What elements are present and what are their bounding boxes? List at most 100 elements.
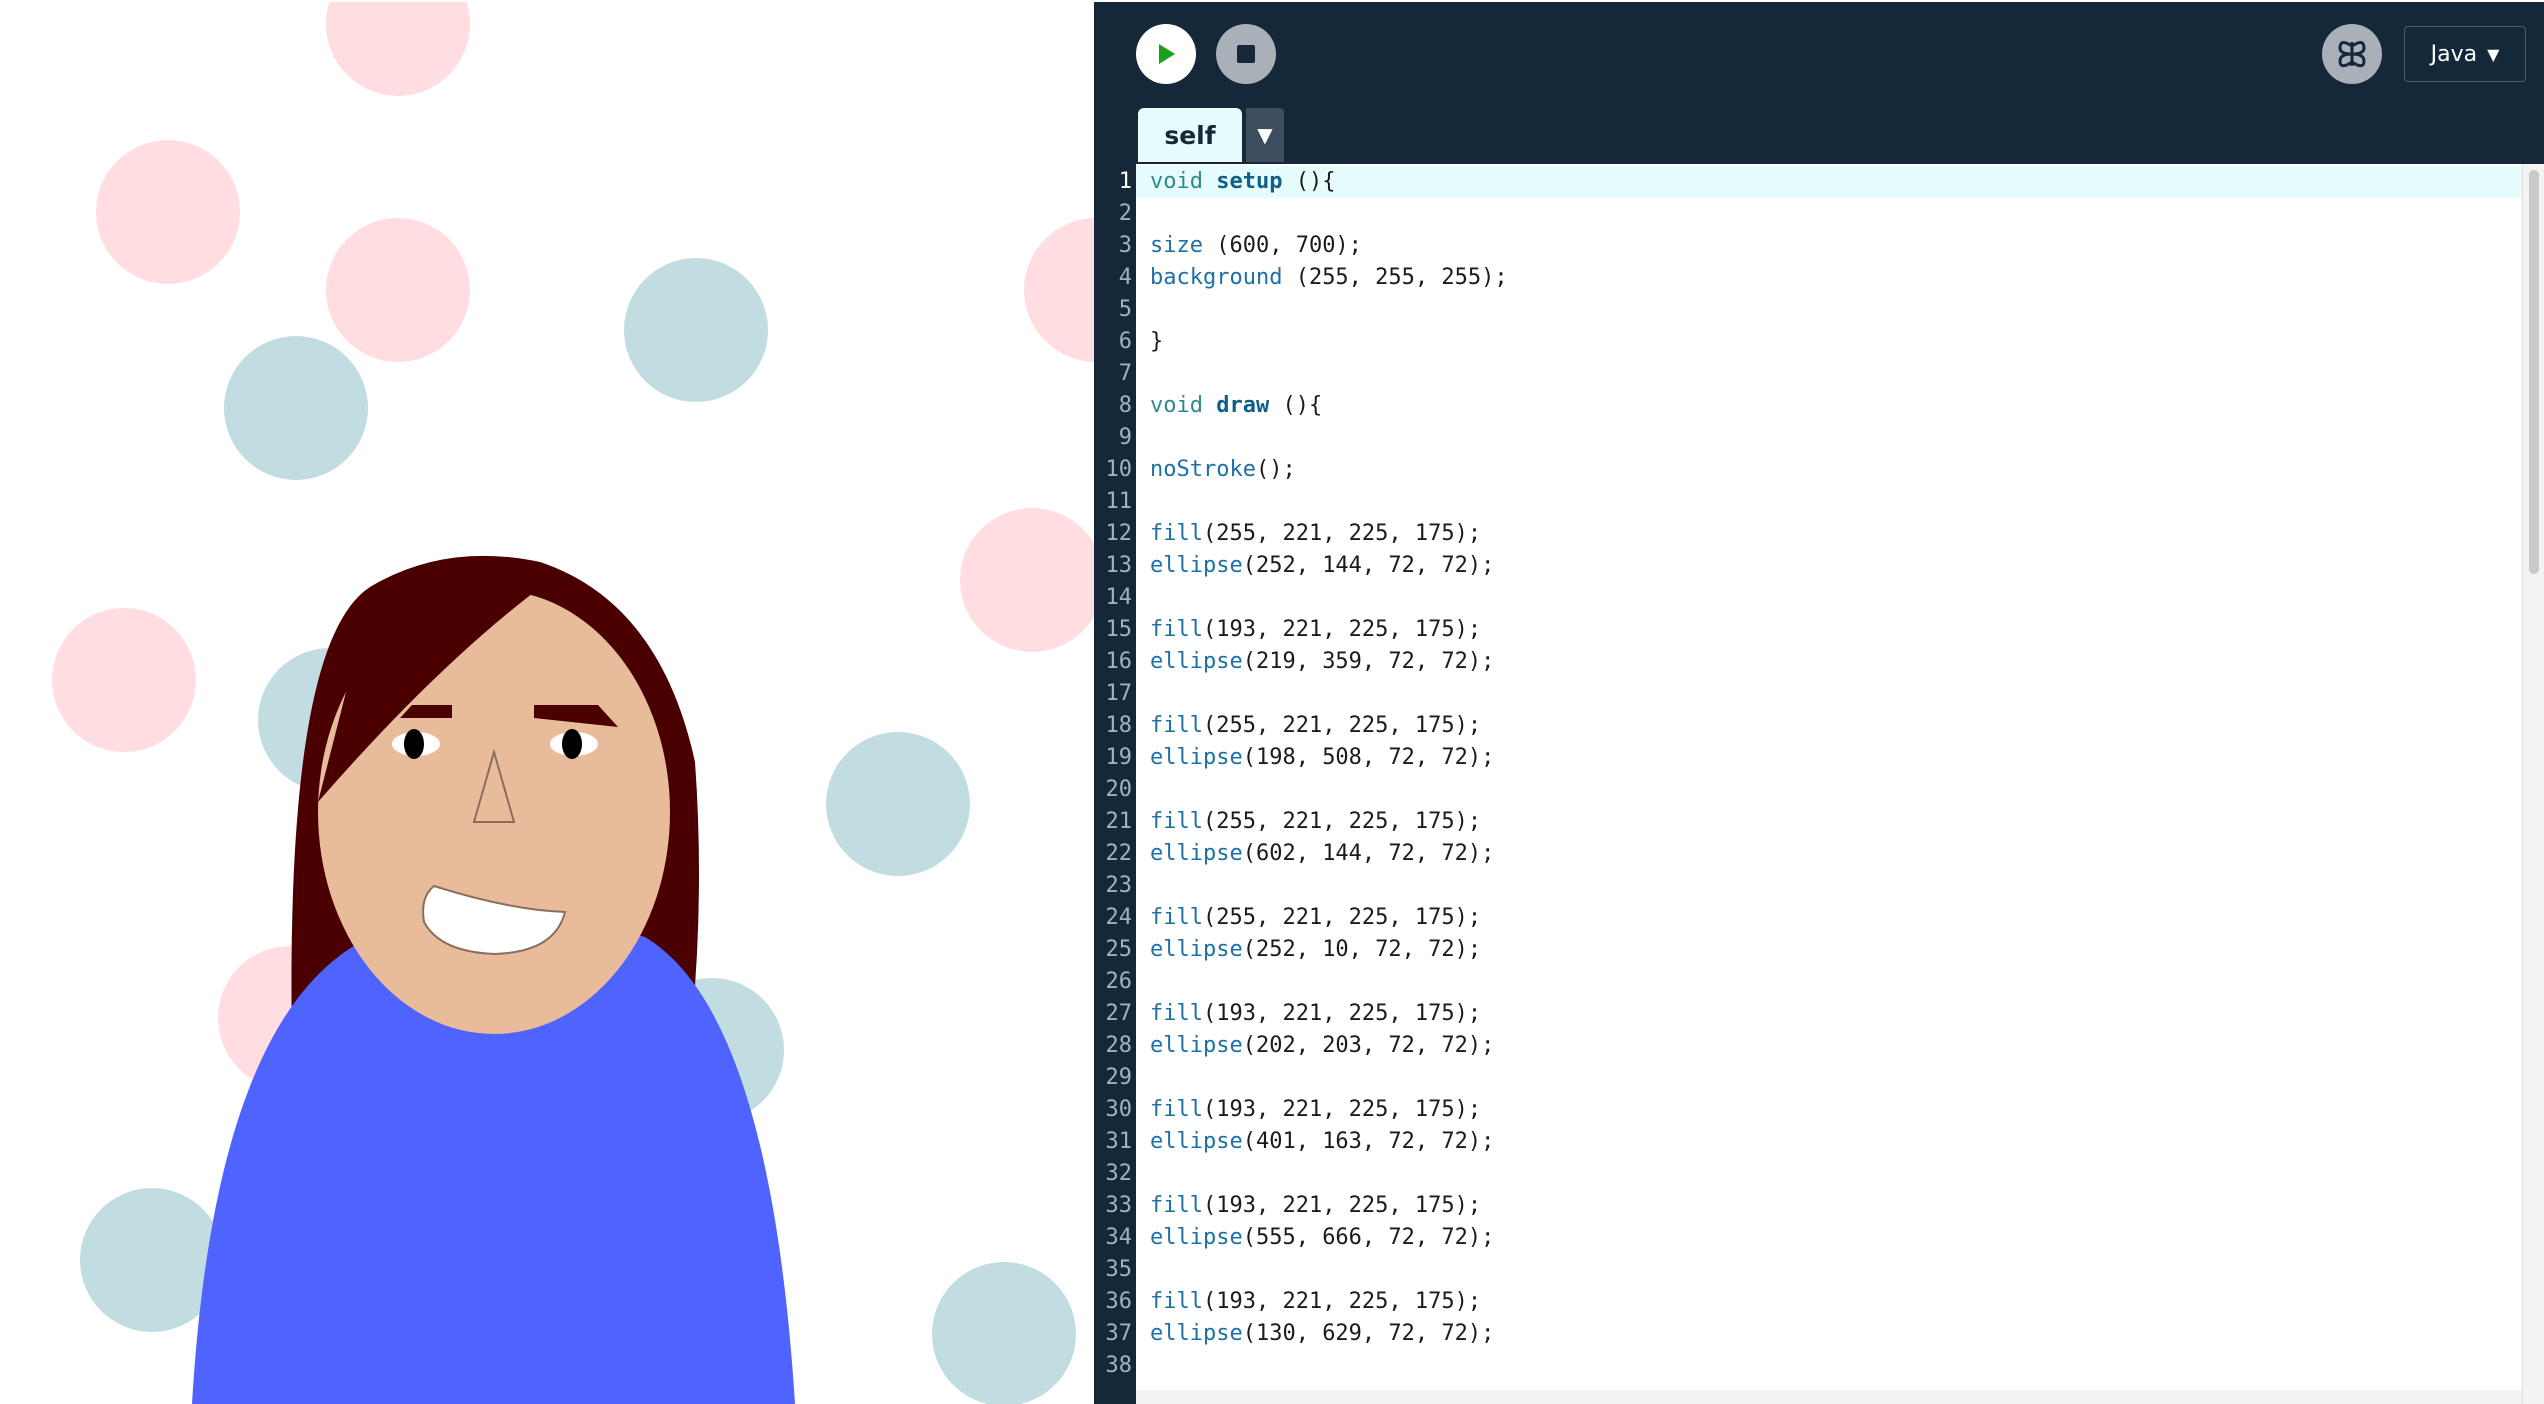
teal-circle (826, 732, 970, 876)
code-token: (219, 359, 72, 72); (1242, 649, 1495, 674)
code-line[interactable]: 13 ellipse(252, 144, 72, 72); (1094, 550, 1495, 582)
code-text: ellipse(130, 629, 72, 72); (1150, 1318, 1494, 1350)
code-text: fill(193, 221, 225, 175); (1150, 1094, 1481, 1126)
active-line-highlight (1136, 166, 2536, 198)
code-line[interactable]: 36 fill(193, 221, 225, 175); (1094, 1286, 1482, 1318)
code-line[interactable]: 38 (1094, 1350, 1136, 1382)
code-token: (193, 221, 225, 175); (1202, 1097, 1482, 1122)
code-line[interactable]: 32 (1094, 1158, 1136, 1190)
code-line[interactable]: 10 noStroke(); (1094, 454, 1296, 486)
code-line[interactable]: 8 void draw (){ (1094, 390, 1322, 422)
line-number: 9 (1118, 425, 1132, 450)
code-token: noStroke (1150, 457, 1256, 482)
code-line[interactable]: 17 (1094, 678, 1136, 710)
code-token: (); (1255, 457, 1296, 482)
code-token: fill (1150, 905, 1203, 930)
code-token: (){ (1282, 169, 1336, 194)
line-number: 34 (1105, 1225, 1133, 1250)
editor-pane: Java ▼ self ▼ 1 void setup (){2 3 size (600… (1094, 2, 2544, 1404)
code-line[interactable]: 16 ellipse(219, 359, 72, 72); (1094, 646, 1495, 678)
right-eye-pupil (562, 729, 582, 759)
code-line[interactable]: 26 (1094, 966, 1136, 998)
line-number: 1 (1118, 169, 1132, 194)
code-token: (252, 10, 72, 72); (1242, 937, 1482, 962)
code-text: background (255, 255, 255); (1150, 262, 1508, 294)
code-token: void (1150, 393, 1203, 418)
code-text: ellipse(202, 203, 72, 72); (1150, 1030, 1494, 1062)
code-token: (193, 221, 225, 175); (1202, 617, 1482, 642)
code-line[interactable]: 11 (1094, 486, 1136, 518)
line-number: 15 (1105, 617, 1133, 642)
code-line[interactable]: 12 fill(255, 221, 225, 175); (1094, 518, 1482, 550)
vertical-scrollbar[interactable] (2522, 164, 2544, 1404)
code-line[interactable]: 34 ellipse(555, 666, 72, 72); (1094, 1222, 1495, 1254)
code-line[interactable]: 31 ellipse(401, 163, 72, 72); (1094, 1126, 1495, 1158)
code-line[interactable]: 3 size (600, 700); (1094, 230, 1362, 262)
line-number: 26 (1105, 969, 1133, 994)
code-line[interactable]: 2 (1094, 198, 1136, 230)
code-line[interactable]: 33 fill(193, 221, 225, 175); (1094, 1190, 1482, 1222)
horizontal-scrollbar[interactable] (1136, 1390, 2522, 1404)
code-token: (193, 221, 225, 175); (1202, 1193, 1482, 1218)
code-line[interactable]: 14 (1094, 582, 1136, 614)
code-token: ellipse (1150, 1225, 1243, 1250)
sketch-canvas (0, 2, 1094, 1404)
code-token: (255, 221, 225, 175); (1202, 521, 1482, 546)
code-line[interactable]: 22 ellipse(602, 144, 72, 72); (1094, 838, 1495, 870)
code-token: ellipse (1150, 745, 1243, 770)
code-text: size (600, 700); (1150, 230, 1362, 262)
code-text: fill(255, 221, 225, 175); (1150, 710, 1481, 742)
code-line[interactable]: 20 (1094, 774, 1136, 806)
line-number: 28 (1105, 1033, 1133, 1058)
mode-button[interactable] (2322, 24, 2382, 84)
code-line[interactable]: 1 void setup (){ (1094, 166, 1336, 198)
run-button[interactable] (1136, 24, 1196, 84)
code-line[interactable]: 6} (1094, 326, 1164, 358)
pink-circle (326, 2, 470, 96)
code-token: fill (1150, 809, 1203, 834)
code-line[interactable]: 7 (1094, 358, 1136, 390)
code-line[interactable]: 18 fill(255, 221, 225, 175); (1094, 710, 1482, 742)
code-line[interactable]: 24 fill(255, 221, 225, 175); (1094, 902, 1482, 934)
teal-circle (932, 1262, 1076, 1404)
line-number: 22 (1105, 841, 1133, 866)
line-number: 23 (1105, 873, 1133, 898)
code-token: fill (1150, 1097, 1203, 1122)
code-line[interactable]: 19 ellipse(198, 508, 72, 72); (1094, 742, 1495, 774)
code-text: ellipse(252, 10, 72, 72); (1150, 934, 1481, 966)
sketch-drawing (52, 2, 1094, 1404)
line-number: 29 (1105, 1065, 1133, 1090)
code-lines[interactable]: 1 void setup (){2 3 size (600, 700); 4 backgr… (1094, 166, 1508, 1382)
code-line[interactable]: 4 background (255, 255, 255); (1094, 262, 1508, 294)
code-line[interactable]: 23 (1094, 870, 1136, 902)
language-select[interactable]: Java ▼ (2404, 26, 2526, 82)
tab-menu-button[interactable]: ▼ (1246, 108, 1284, 162)
code-line[interactable]: 28 ellipse(202, 203, 72, 72); (1094, 1030, 1495, 1062)
code-editor[interactable]: 1 void setup (){2 3 size (600, 700); 4 backgr… (1094, 164, 2544, 1404)
code-text: fill(193, 221, 225, 175); (1150, 614, 1481, 646)
code-token: (193, 221, 225, 175); (1202, 1289, 1482, 1314)
code-line[interactable]: 5 (1094, 294, 1136, 326)
line-number: 18 (1105, 713, 1133, 738)
line-number: 8 (1118, 393, 1132, 418)
code-line[interactable]: 30 fill(193, 221, 225, 175); (1094, 1094, 1482, 1126)
code-line[interactable]: 21 fill(255, 221, 225, 175); (1094, 806, 1482, 838)
code-text: fill(255, 221, 225, 175); (1150, 902, 1481, 934)
code-line[interactable]: 27 fill(193, 221, 225, 175); (1094, 998, 1482, 1030)
line-number: 7 (1118, 361, 1132, 386)
tab-self[interactable]: self (1138, 108, 1242, 162)
code-text: fill(193, 221, 225, 175); (1150, 1190, 1481, 1222)
code-token: (198, 508, 72, 72); (1242, 745, 1495, 770)
code-line[interactable]: 35 (1094, 1254, 1136, 1286)
scrollbar-thumb[interactable] (2529, 170, 2539, 574)
code-line[interactable]: 15 fill(193, 221, 225, 175); (1094, 614, 1482, 646)
code-line[interactable]: 29 (1094, 1062, 1136, 1094)
code-line[interactable]: 37 ellipse(130, 629, 72, 72); (1094, 1318, 1495, 1350)
stop-button[interactable] (1216, 24, 1276, 84)
code-line[interactable]: 9 (1094, 422, 1136, 454)
code-text: void setup (){ (1150, 166, 1335, 198)
code-text: ellipse(198, 508, 72, 72); (1150, 742, 1494, 774)
code-text: ellipse(401, 163, 72, 72); (1150, 1126, 1494, 1158)
code-line[interactable]: 25 ellipse(252, 10, 72, 72); (1094, 934, 1482, 966)
pink-circle (326, 218, 470, 362)
